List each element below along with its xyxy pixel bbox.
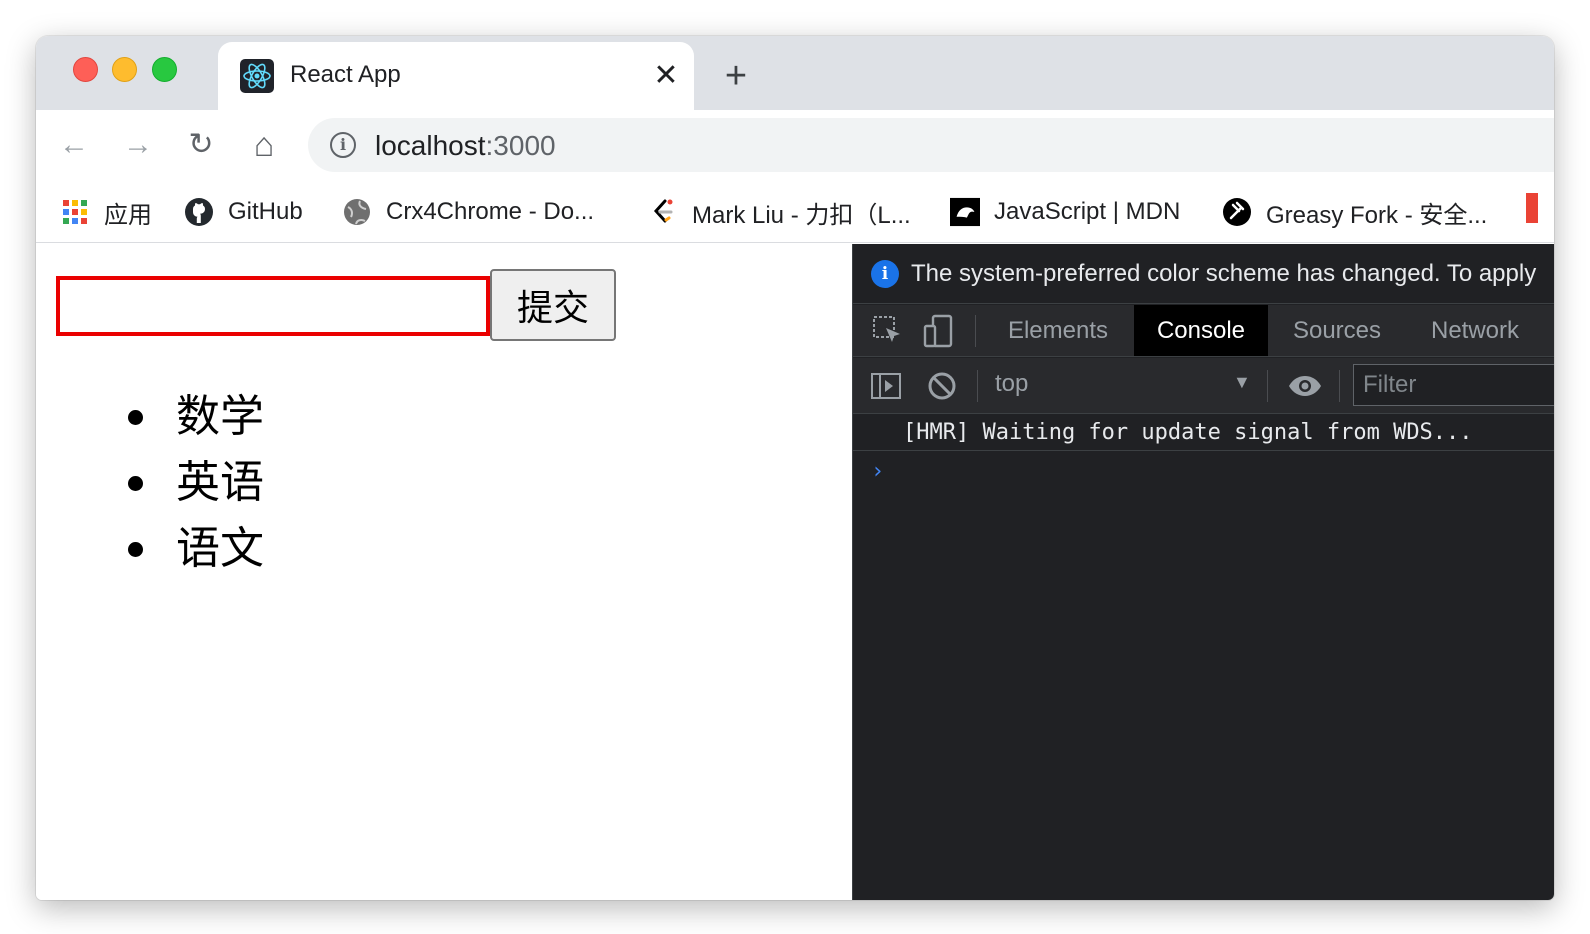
toolbar-divider [1339,370,1340,402]
console-toolbar: top ▼ Filter [853,358,1554,414]
bookmark-label: 应用 [104,201,152,229]
toolbar-divider [1267,370,1268,402]
inspect-element-icon[interactable] [871,314,905,348]
minimize-window-button[interactable] [112,57,137,82]
bookmark-overflow-icon[interactable] [1526,193,1538,223]
apps-grid-icon [60,197,90,227]
show-sidebar-icon[interactable] [869,369,903,403]
github-icon [184,197,214,227]
bookmark-greasyfork[interactable]: Greasy Fork - 安全... [1222,192,1487,232]
new-tab-button[interactable]: + [716,56,756,96]
tab-network[interactable]: Network [1411,305,1539,356]
toolbar-divider [975,315,976,347]
info-icon: i [871,259,899,288]
info-message: The system-preferred color scheme has ch… [911,259,1537,287]
browser-toolbar: ← → ↻ ⌂ i localhost:3000 [36,110,1554,180]
url-host: localhost [375,130,486,161]
bookmarks-bar: 应用 GitHub Crx4Chrome - Do... Mark Liu - … [36,180,1554,243]
greasyfork-icon [1222,197,1252,227]
bookmark-label: Mark Liu - 力扣（L... [692,201,911,229]
bookmark-label: Crx4Chrome - Do... [386,198,595,225]
home-icon[interactable]: ⌂ [246,127,282,163]
bookmark-label: GitHub [228,198,303,225]
url-text[interactable]: localhost:3000 [375,130,556,162]
tab-title: React App [290,61,401,88]
bookmark-crx4chrome[interactable]: Crx4Chrome - Do... [342,192,594,232]
subject-input[interactable] [56,276,490,336]
tab-react-app[interactable]: React App ✕ [218,42,694,110]
mdn-icon [950,197,980,227]
globe-icon [342,197,372,227]
bookmark-github[interactable]: GitHub [184,192,303,232]
devtools-panel: i The system-preferred color scheme has … [852,244,1554,900]
console-prompt-icon[interactable]: › [871,459,884,484]
clear-console-icon[interactable] [925,369,959,403]
bookmark-apps[interactable]: 应用 [60,192,152,232]
bookmark-label: Greasy Fork - 安全... [1266,201,1488,229]
console-message: [HMR] Waiting for update signal from WDS… [853,415,1554,451]
submit-button[interactable]: 提交 [490,269,616,341]
subject-list: 数学 英语 语文 [126,384,264,582]
console-filter-input[interactable]: Filter [1353,364,1554,406]
bookmark-leetcode[interactable]: Mark Liu - 力扣（L... [648,192,911,232]
react-icon [240,59,274,93]
devtools-info-banner: i The system-preferred color scheme has … [853,244,1554,304]
list-item: 语文 [126,516,264,582]
leetcode-icon [648,197,678,227]
page-content: 提交 数学 英语 语文 [36,244,852,900]
reload-icon[interactable]: ↻ [183,127,219,163]
forward-icon[interactable]: → [120,127,156,163]
close-tab-icon[interactable]: ✕ [646,56,686,96]
live-expression-eye-icon[interactable] [1287,369,1321,403]
close-window-button[interactable] [73,57,98,82]
address-bar[interactable]: i localhost:3000 [308,118,1554,172]
tab-elements[interactable]: Elements [993,305,1123,356]
context-selector[interactable]: top [995,370,1028,398]
device-toolbar-icon[interactable] [921,314,955,348]
toolbar-divider [977,370,978,402]
bookmark-mdn[interactable]: JavaScript | MDN [950,192,1180,232]
url-port: :3000 [485,130,556,161]
dropdown-arrow-icon[interactable]: ▼ [1233,372,1251,393]
zoom-window-button[interactable] [152,57,177,82]
list-item: 英语 [126,450,264,516]
devtools-tab-bar: Elements Console Sources Network [853,305,1554,357]
bookmark-label: JavaScript | MDN [994,198,1181,225]
tab-strip: React App ✕ + [36,36,1554,110]
list-item: 数学 [126,384,264,450]
site-info-icon[interactable]: i [330,132,356,158]
back-icon[interactable]: ← [56,127,92,163]
browser-window: React App ✕ + ← → ↻ ⌂ i localhost:3000 应… [36,36,1554,900]
tab-sources[interactable]: Sources [1277,305,1397,356]
tab-console[interactable]: Console [1134,305,1268,356]
